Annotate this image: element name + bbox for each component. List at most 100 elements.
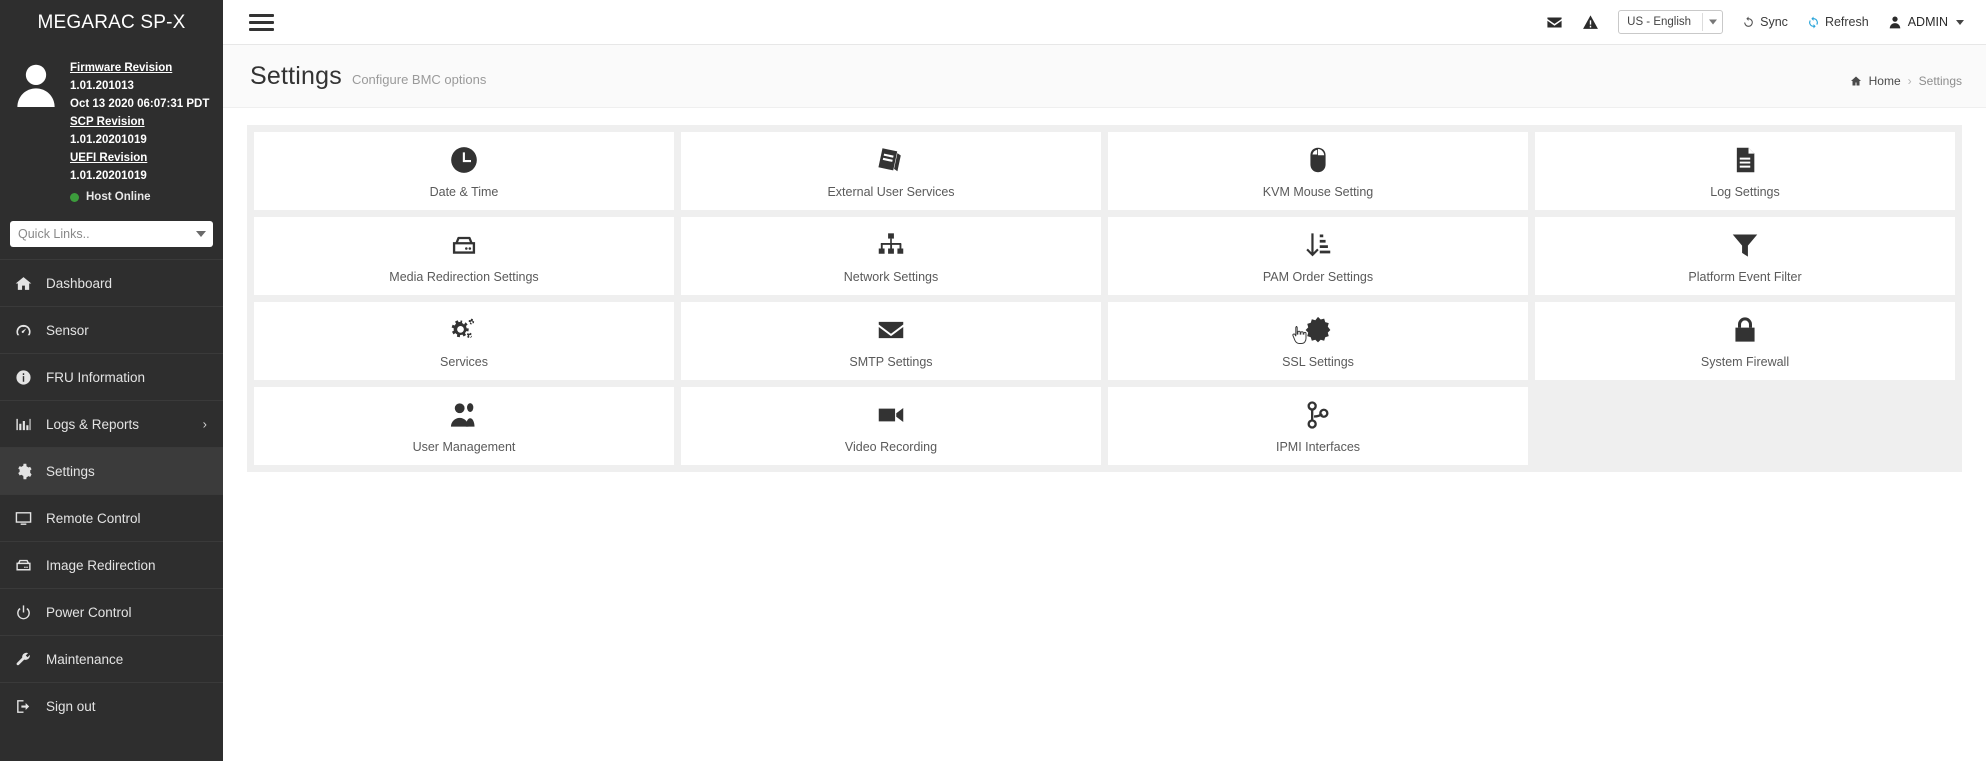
page-title: Settings xyxy=(250,61,342,90)
chevron-down-icon xyxy=(1956,19,1964,25)
settings-tile-label: Services xyxy=(440,354,488,369)
breadcrumb-divider: › xyxy=(1907,74,1912,88)
settings-tile-pam-order-settings[interactable]: PAM Order Settings xyxy=(1108,217,1528,295)
uefi-revision-value: 1.01.20201019 xyxy=(70,170,147,182)
sidebar-item-settings[interactable]: Settings xyxy=(0,447,223,494)
bar-chart-icon xyxy=(14,416,33,433)
settings-tile-network-settings[interactable]: Network Settings xyxy=(681,217,1101,295)
language-value: US - English xyxy=(1627,16,1692,28)
settings-tile-label: SSL Settings xyxy=(1282,354,1354,369)
breadcrumb-current: Settings xyxy=(1918,74,1962,88)
settings-tile-smtp-settings[interactable]: SMTP Settings xyxy=(681,302,1101,380)
video-camera-icon xyxy=(877,399,905,431)
gears-icon xyxy=(450,314,478,346)
sidebar-item-label: Dashboard xyxy=(46,275,113,291)
sidebar-item-label: FRU Information xyxy=(46,369,146,385)
sidebar-item-sensor[interactable]: Sensor xyxy=(0,306,223,353)
content-area: Date & Time External User Services KVM Mou… xyxy=(223,108,1986,761)
sidebar-item-maintenance[interactable]: Maintenance xyxy=(0,635,223,682)
revision-info: Firmware Revision 1.01.201013 Oct 13 202… xyxy=(70,59,209,203)
power-icon xyxy=(14,604,33,621)
users-icon xyxy=(450,399,478,431)
refresh-button[interactable]: Refresh xyxy=(1807,15,1869,29)
sidebar-item-label: Maintenance xyxy=(46,651,124,667)
settings-tile-label: System Firewall xyxy=(1700,354,1790,369)
sidebar-item-image-redirection[interactable]: Image Redirection xyxy=(0,541,223,588)
settings-tile-label: Log Settings xyxy=(1710,184,1780,199)
sidebar-item-fru-information[interactable]: FRU Information xyxy=(0,353,223,400)
scp-revision-value: 1.01.20201019 xyxy=(70,134,147,146)
sidebar-item-dashboard[interactable]: Dashboard xyxy=(0,259,223,306)
sort-order-icon xyxy=(1304,229,1332,261)
settings-tile-external-user-services[interactable]: External User Services xyxy=(681,132,1101,210)
firmware-revision-value: 1.01.201013 xyxy=(70,80,134,92)
refresh-label: Refresh xyxy=(1824,15,1869,29)
top-bar: US - English Sync Refresh ADMIN xyxy=(223,0,1986,45)
sidebar-item-label: Remote Control xyxy=(46,510,141,526)
sidebar-item-logs-reports[interactable]: Logs & Reports › xyxy=(0,400,223,447)
uefi-revision-label: UEFI Revision xyxy=(70,152,148,164)
sign-out-icon xyxy=(14,698,33,715)
quick-links-select[interactable]: Quick Links.. xyxy=(10,221,213,247)
sidebar-item-remote-control[interactable]: Remote Control xyxy=(0,494,223,541)
user-menu[interactable]: ADMIN xyxy=(1888,15,1964,29)
host-status-label: Host Online xyxy=(86,191,151,203)
settings-tile-label: SMTP Settings xyxy=(849,354,933,369)
select-divider xyxy=(1702,13,1704,31)
info-icon xyxy=(14,369,33,386)
admin-label: ADMIN xyxy=(1907,15,1948,29)
settings-tile-media-redirection-settings[interactable]: Media Redirection Settings xyxy=(254,217,674,295)
sidebar-item-label: Sensor xyxy=(46,322,89,338)
sitemap-icon xyxy=(877,229,905,261)
breadcrumb: Home › Settings xyxy=(1850,64,1962,88)
settings-tile-label: Network Settings xyxy=(843,269,939,284)
breadcrumb-home[interactable]: Home xyxy=(1869,74,1901,88)
sidebar-item-sign-out[interactable]: Sign out xyxy=(0,682,223,729)
funnel-icon xyxy=(1731,229,1759,261)
envelope-icon[interactable] xyxy=(1546,14,1563,31)
page-subtitle: Configure BMC options xyxy=(351,72,487,87)
gauge-icon xyxy=(14,322,33,339)
gear-icon xyxy=(14,463,33,480)
firmware-revision-label: Firmware Revision xyxy=(70,62,173,74)
settings-tile-ssl-settings[interactable]: SSL Settings xyxy=(1108,302,1528,380)
settings-tile-label: Media Redirection Settings xyxy=(389,269,539,284)
chevron-down-icon xyxy=(1709,19,1718,25)
settings-grid: Date & Time External User Services KVM Mou… xyxy=(254,132,1955,465)
settings-tile-log-settings[interactable]: Log Settings xyxy=(1535,132,1955,210)
sidebar-item-label: Image Redirection xyxy=(46,557,156,573)
disk-icon xyxy=(14,557,33,574)
settings-tile-kvm-mouse-setting[interactable]: KVM Mouse Setting xyxy=(1108,132,1528,210)
home-icon xyxy=(14,275,33,292)
warning-icon[interactable] xyxy=(1582,14,1599,31)
drive-icon xyxy=(450,229,478,261)
clock-icon xyxy=(450,144,478,176)
settings-tile-date-time[interactable]: Date & Time xyxy=(254,132,674,210)
quick-links-container: Quick Links.. xyxy=(0,213,223,259)
sidebar: MEGARAC SP-X Firmware Revision 1.01.2010… xyxy=(0,0,223,761)
top-bar-actions: US - English Sync Refresh ADMIN xyxy=(1546,10,1964,34)
scp-revision-label: SCP Revision xyxy=(70,116,145,128)
language-select[interactable]: US - English xyxy=(1618,10,1724,34)
settings-tile-label: User Management xyxy=(412,439,516,454)
settings-tile-label: IPMI Interfaces xyxy=(1275,439,1361,454)
hamburger-menu-icon[interactable] xyxy=(247,10,276,35)
settings-tile-services[interactable]: Services xyxy=(254,302,674,380)
settings-tile-system-firewall[interactable]: System Firewall xyxy=(1535,302,1955,380)
document-icon xyxy=(1731,144,1759,176)
envelope-icon xyxy=(877,314,905,346)
sync-button[interactable]: Sync xyxy=(1742,15,1788,29)
settings-tile-user-management[interactable]: User Management xyxy=(254,387,674,465)
book-icon xyxy=(877,144,905,176)
brand-title: MEGARAC SP-X xyxy=(0,0,223,45)
settings-tile-ipmi-interfaces[interactable]: IPMI Interfaces xyxy=(1108,387,1528,465)
sidebar-item-power-control[interactable]: Power Control xyxy=(0,588,223,635)
sync-icon xyxy=(1744,16,1753,27)
wrench-icon xyxy=(14,651,33,668)
chevron-right-icon: › xyxy=(202,416,207,432)
settings-tile-label: Platform Event Filter xyxy=(1688,269,1802,284)
settings-tile-platform-event-filter[interactable]: Platform Event Filter xyxy=(1535,217,1955,295)
mouse-icon xyxy=(1304,144,1332,176)
refresh-icon xyxy=(1809,16,1818,28)
settings-tile-video-recording[interactable]: Video Recording xyxy=(681,387,1101,465)
